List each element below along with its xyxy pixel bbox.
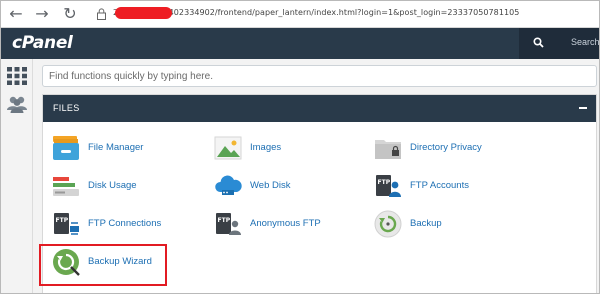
header-search[interactable]: Search <box>519 28 600 59</box>
svg-text:FTP: FTP <box>218 217 231 224</box>
images-label: Images <box>250 142 282 153</box>
ftp-connections-label: FTP Connections <box>88 218 162 229</box>
reload-icon[interactable]: ↻ <box>61 5 79 23</box>
users-icon[interactable] <box>6 93 28 115</box>
screenshot-frame: ← → ↻ 2083/cpsess1402334902/frontend/pap… <box>0 0 600 294</box>
web-disk-label: Web Disk <box>250 180 291 191</box>
grid-icon[interactable] <box>6 65 28 87</box>
files-panel-header[interactable]: FILES <box>43 95 596 122</box>
file-manager-icon <box>53 136 79 160</box>
backup-label: Backup <box>410 218 442 229</box>
file-manager-link[interactable]: File Manager <box>51 133 201 163</box>
backup-link[interactable]: Backup <box>373 209 523 239</box>
arrow-left-icon[interactable]: ← <box>7 5 25 23</box>
directory-privacy-label: Directory Privacy <box>410 142 482 153</box>
ftp-connections-link[interactable]: FTP FTP Connections <box>51 209 201 239</box>
search-icon[interactable] <box>533 37 544 48</box>
disk-usage-label: Disk Usage <box>88 180 137 191</box>
function-search-input[interactable] <box>43 66 596 87</box>
function-search[interactable] <box>42 65 597 87</box>
address-bar[interactable]: 2083/cpsess1402334902/frontend/paper_lan… <box>113 8 519 17</box>
disk-usage-icon <box>53 177 79 196</box>
svg-text:FTP: FTP <box>378 179 391 186</box>
ftp-accounts-label: FTP Accounts <box>410 180 469 191</box>
ftp-accounts-icon: FTP <box>376 175 401 197</box>
directory-privacy-link[interactable]: Directory Privacy <box>373 133 523 163</box>
lock-icon <box>97 8 106 20</box>
ftp-connections-icon: FTP <box>54 213 79 235</box>
anonymous-ftp-label: Anonymous FTP <box>250 218 321 229</box>
file-manager-label: File Manager <box>88 142 144 153</box>
svg-text:FTP: FTP <box>56 217 69 224</box>
browser-toolbar: ← → ↻ 2083/cpsess1402334902/frontend/pap… <box>1 1 599 28</box>
disk-usage-link[interactable]: Disk Usage <box>51 171 201 201</box>
backup-icon <box>374 210 402 238</box>
directory-privacy-icon <box>375 140 401 159</box>
cpanel-header: cPanel Search <box>1 28 600 59</box>
cpanel-logo[interactable]: cPanel <box>12 33 73 53</box>
highlight-box <box>39 244 167 286</box>
arrow-right-icon[interactable]: → <box>33 5 51 23</box>
ftp-accounts-link[interactable]: FTP FTP Accounts <box>373 171 523 201</box>
redaction-mark <box>115 7 172 19</box>
web-disk-icon <box>215 175 242 195</box>
collapse-icon[interactable] <box>579 107 587 109</box>
images-link[interactable]: Images <box>213 133 363 163</box>
anonymous-ftp-link[interactable]: FTP Anonymous FTP <box>213 209 363 239</box>
sidebar <box>1 59 33 293</box>
web-disk-link[interactable]: Web Disk <box>213 171 363 201</box>
header-search-label: Search <box>571 37 600 47</box>
files-panel-title: FILES <box>53 103 80 113</box>
anonymous-ftp-icon: FTP <box>216 213 241 235</box>
images-icon <box>214 136 242 160</box>
